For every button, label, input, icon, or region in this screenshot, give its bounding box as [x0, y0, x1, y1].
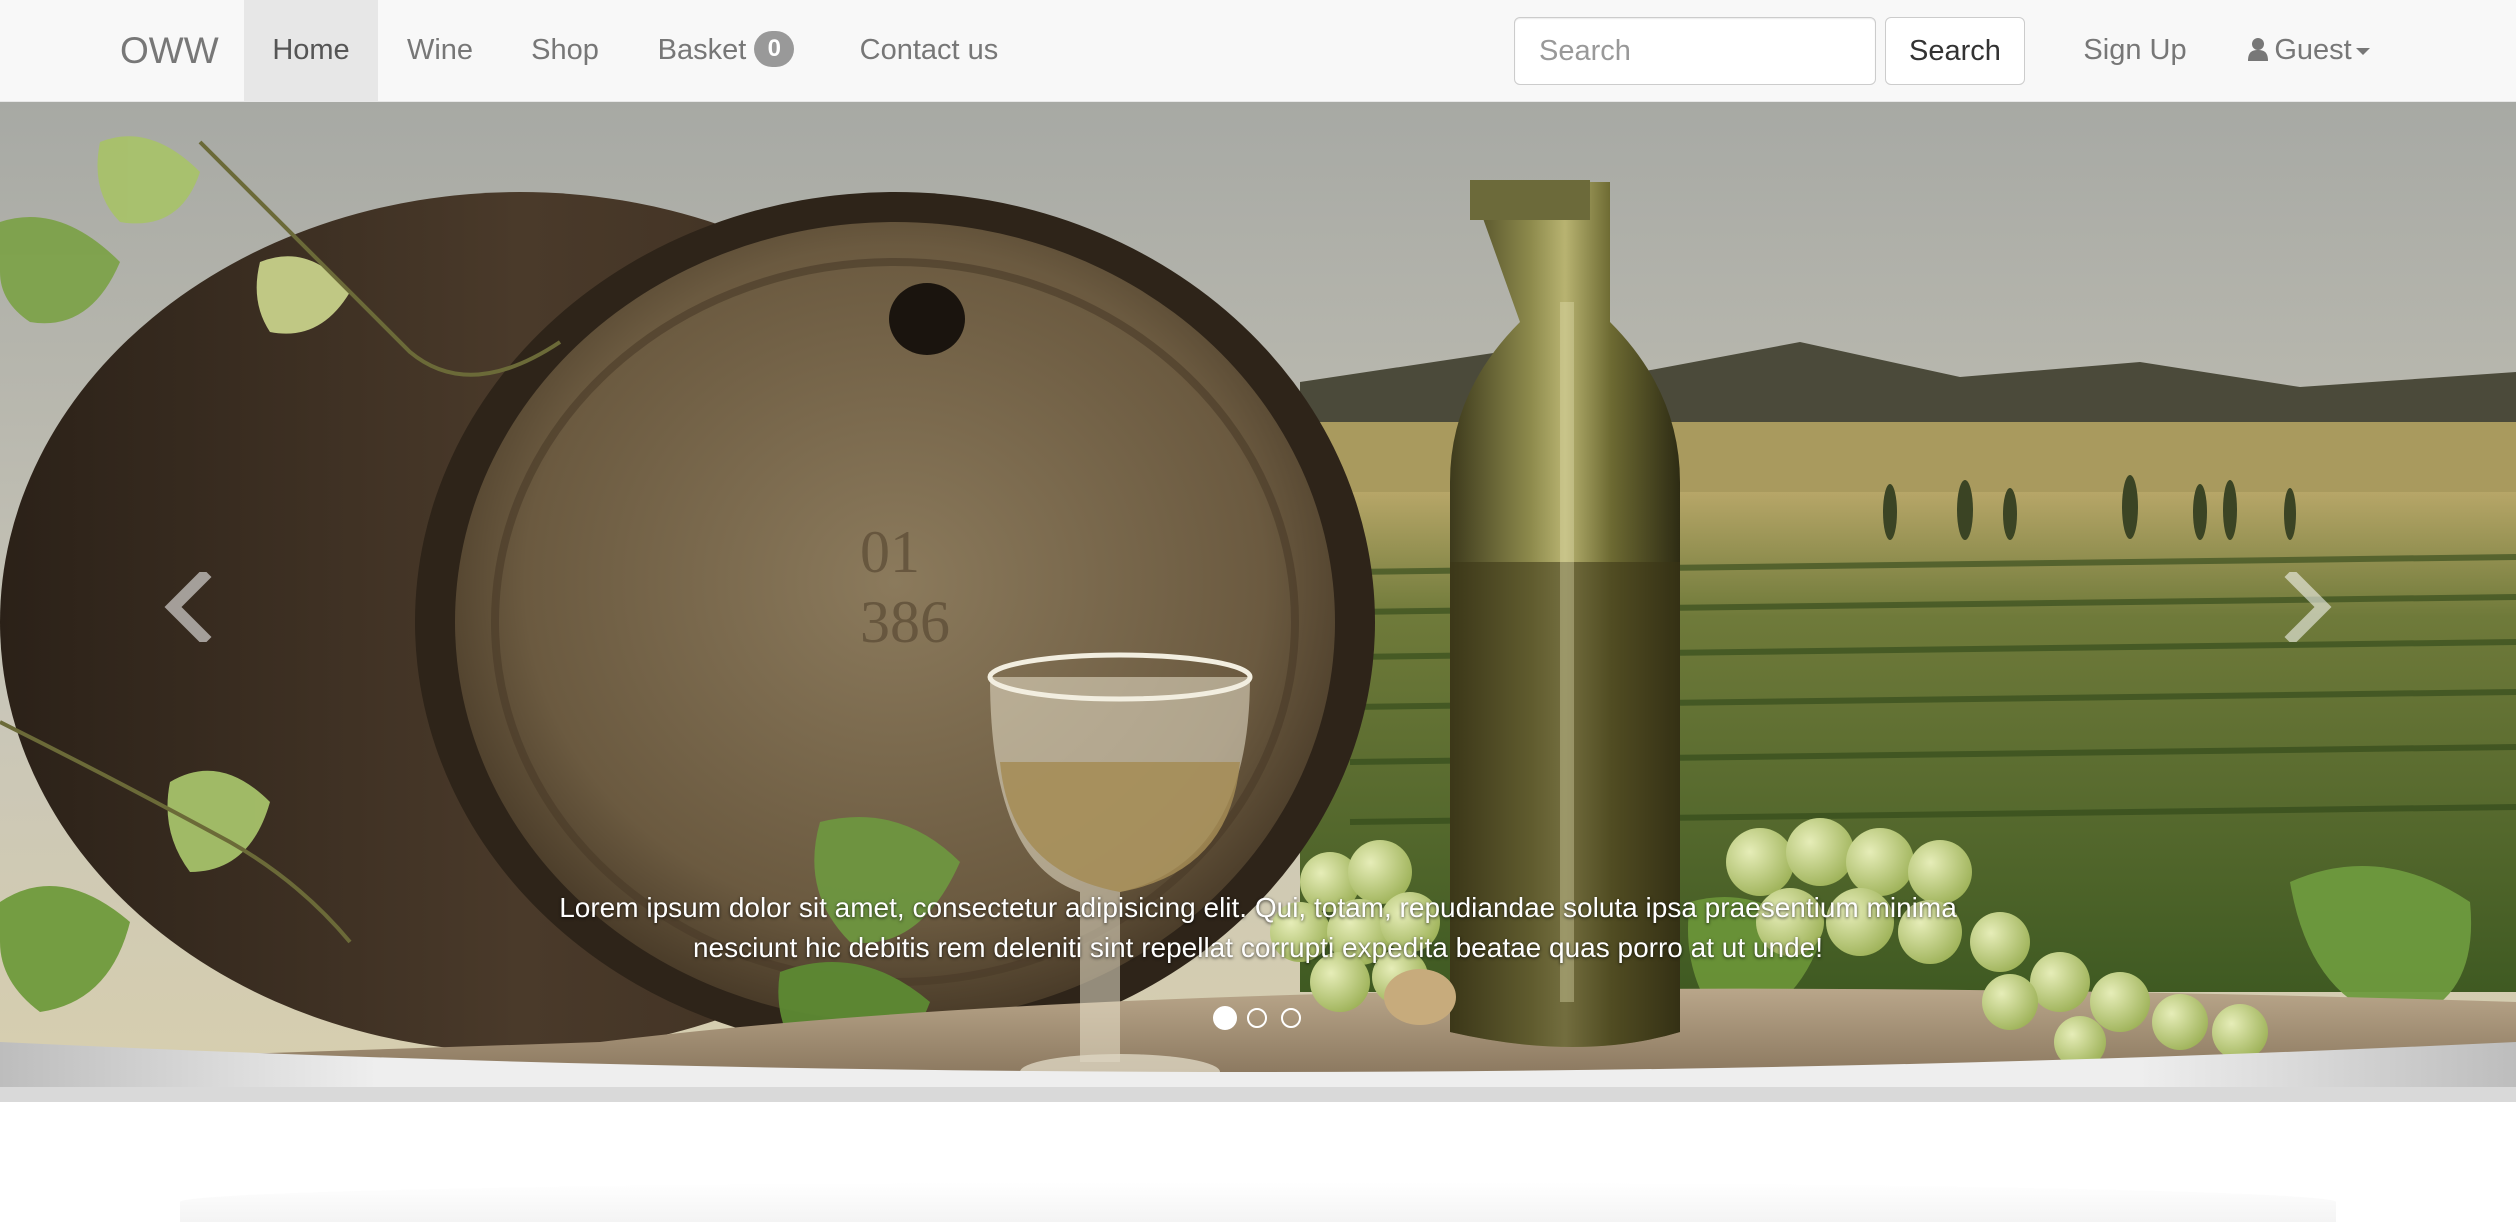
nav-home[interactable]: Home [244, 0, 378, 101]
nav-basket-label: Basket [657, 34, 747, 66]
chevron-left-icon [164, 572, 212, 642]
content-shadow [180, 1182, 2336, 1222]
content-area [0, 1102, 2516, 1222]
svg-text:386: 386 [860, 589, 950, 655]
basket-count-badge: 0 [754, 31, 795, 68]
user-dropdown[interactable]: Guest [2234, 0, 2384, 101]
nav-signup[interactable]: Sign Up [2060, 0, 2210, 101]
nav-shop-label: Shop [531, 34, 599, 66]
nav-wine-label: Wine [406, 34, 474, 66]
nav-basket[interactable]: Basket 0 [628, 0, 824, 101]
nav-home-label: Home [272, 34, 350, 66]
nav-shop[interactable]: Shop [502, 0, 628, 101]
carousel-caption: Lorem ipsum dolor sit amet, consectetur … [559, 892, 1957, 963]
carousel-indicator-2[interactable] [1247, 1008, 1267, 1028]
carousel-indicator-3[interactable] [1281, 1008, 1301, 1028]
nav-contact[interactable]: Contact us [824, 0, 1034, 101]
carousel-indicator-1[interactable] [1213, 1006, 1237, 1030]
carousel-prev-control[interactable] [148, 557, 228, 657]
chevron-right-icon [2284, 572, 2332, 642]
user-dropdown-label: Guest [2274, 34, 2352, 66]
caret-down-icon [2355, 47, 2370, 55]
nav-wine[interactable]: Wine [378, 0, 502, 101]
hero-carousel: 01 386 Lorem ipsum dolor sit amet, conse… [0, 102, 2516, 1102]
navbar: OWW Home Wine Shop Basket 0 Contact us Se… [0, 0, 2516, 102]
search-button[interactable]: Search [1885, 17, 2025, 85]
search-input[interactable] [1514, 17, 1876, 85]
brand-logo[interactable]: OWW [120, 0, 219, 101]
nav-contact-label: Contact us [859, 34, 999, 66]
carousel-next-control[interactable] [2268, 557, 2348, 657]
svg-text:01: 01 [860, 519, 920, 585]
nav-signup-label: Sign Up [2083, 34, 2187, 66]
user-icon [2248, 38, 2269, 62]
